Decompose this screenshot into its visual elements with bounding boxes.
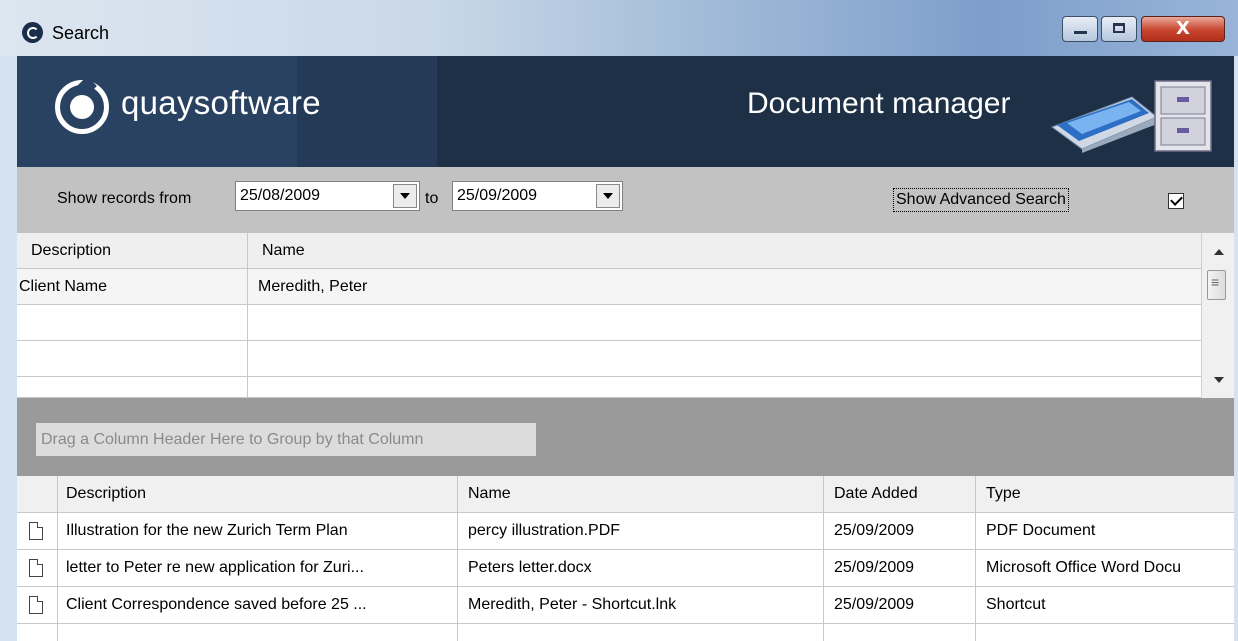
search-criteria-grid: Description Name Client Name Meredith, P… — [17, 233, 1234, 398]
criteria-scrollbar[interactable] — [1201, 233, 1234, 398]
date-added-cell[interactable]: 25/09/2009 — [824, 513, 976, 549]
table-row[interactable]: Client Correspondence saved before 25 ..… — [17, 587, 1234, 624]
date-to-value[interactable]: 25/09/2009 — [457, 187, 537, 205]
chevron-down-icon[interactable] — [393, 184, 417, 208]
results-header-row: Description Name Date Added Type — [17, 476, 1234, 513]
criteria-name-cell[interactable] — [248, 377, 1201, 397]
table-row[interactable]: letter to Peter re new application for Z… — [17, 550, 1234, 587]
criteria-description-cell[interactable] — [17, 305, 248, 340]
documents-results-grid: Description Name Date Added Type Illustr… — [17, 476, 1234, 641]
date-to-picker[interactable]: 25/09/2009 — [452, 181, 623, 211]
name-cell[interactable]: percy illustration.PDF — [458, 513, 824, 549]
scroll-down-icon[interactable] — [1214, 377, 1224, 383]
group-by-hint[interactable]: Drag a Column Header Here to Group by th… — [36, 423, 536, 456]
criteria-row[interactable]: Client Name Meredith, Peter — [17, 269, 1201, 305]
column-header-name[interactable]: Name — [458, 476, 824, 512]
criteria-row[interactable] — [17, 377, 1201, 398]
criteria-row[interactable] — [17, 341, 1201, 377]
criteria-name-cell[interactable] — [248, 305, 1201, 340]
header-banner: quaysoftware Document manager — [17, 56, 1234, 167]
column-header-date-added[interactable]: Date Added — [824, 476, 976, 512]
column-header-description[interactable]: Description — [58, 476, 458, 512]
date-from-value[interactable]: 25/08/2009 — [240, 187, 320, 205]
maximize-icon — [1113, 23, 1125, 33]
type-cell[interactable]: Microsoft Office Word Docu — [976, 550, 1234, 586]
quaysoftware-logo-icon — [55, 80, 109, 134]
column-header-type[interactable]: Type — [976, 476, 1234, 512]
column-header-name[interactable]: Name — [248, 233, 1201, 268]
app-icon[interactable] — [22, 22, 43, 43]
document-icon — [29, 559, 43, 577]
column-header-description[interactable]: Description — [17, 233, 248, 268]
scrollbar-thumb[interactable] — [1207, 270, 1226, 300]
window-title: Search — [52, 23, 110, 43]
title-bar[interactable]: Search X — [0, 0, 1238, 56]
show-advanced-search-toggle[interactable]: Show Advanced Search — [893, 188, 1069, 212]
criteria-name-cell[interactable]: Meredith, Peter — [248, 269, 1201, 304]
date-from-picker[interactable]: 25/08/2009 — [235, 181, 420, 211]
maximize-button[interactable] — [1101, 16, 1137, 42]
criteria-name-cell[interactable] — [248, 341, 1201, 376]
type-cell[interactable]: Shortcut — [976, 587, 1234, 623]
records-to-label: to — [425, 190, 439, 207]
date-filter-bar: Show records from 25/08/2009 to 25/09/20… — [17, 167, 1234, 233]
description-cell[interactable]: letter to Peter re new application for Z… — [58, 550, 458, 586]
close-button[interactable]: X — [1141, 16, 1225, 42]
criteria-description-cell[interactable]: Client Name — [17, 269, 248, 304]
banner-title: Document manager — [747, 87, 1011, 120]
description-cell[interactable]: Client Correspondence saved before 25 ..… — [58, 587, 458, 623]
document-icon — [29, 596, 43, 614]
minimize-icon — [1074, 31, 1087, 34]
date-added-cell[interactable]: 25/09/2009 — [824, 587, 976, 623]
chevron-down-icon[interactable] — [596, 184, 620, 208]
criteria-description-cell[interactable] — [17, 341, 248, 376]
logo-text: quaysoftware — [121, 84, 321, 121]
document-icon — [29, 522, 43, 540]
window-frame-left — [0, 56, 17, 641]
table-row[interactable]: Illustration for the new Zurich Term Pla… — [17, 513, 1234, 550]
scroll-up-icon[interactable] — [1214, 249, 1224, 255]
group-by-panel[interactable]: Drag a Column Header Here to Group by th… — [17, 398, 1234, 476]
close-icon: X — [1176, 18, 1190, 39]
row-selector-header — [17, 476, 58, 512]
criteria-description-cell[interactable] — [17, 377, 248, 397]
type-cell[interactable]: PDF Document — [976, 513, 1234, 549]
name-cell[interactable]: Meredith, Peter - Shortcut.lnk — [458, 587, 824, 623]
name-cell[interactable]: Peters letter.docx — [458, 550, 824, 586]
show-advanced-search-checkbox[interactable] — [1168, 193, 1184, 209]
table-row[interactable] — [17, 624, 1234, 641]
minimize-button[interactable] — [1062, 16, 1098, 42]
scanner-filing-cabinet-icon — [1050, 80, 1212, 153]
date-added-cell[interactable]: 25/09/2009 — [824, 550, 976, 586]
criteria-row[interactable] — [17, 305, 1201, 341]
records-from-label: Show records from — [57, 190, 192, 207]
description-cell[interactable]: Illustration for the new Zurich Term Pla… — [58, 513, 458, 549]
criteria-header-row: Description Name — [17, 233, 1201, 269]
window-frame-right — [1234, 56, 1238, 641]
